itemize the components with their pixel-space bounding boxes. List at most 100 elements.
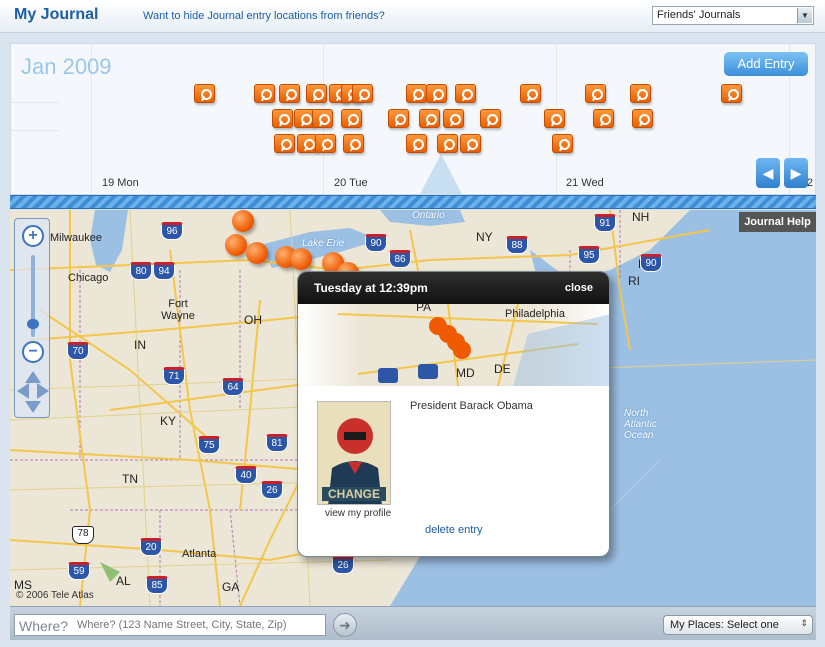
timeline-entry-pin[interactable] <box>312 109 333 128</box>
highway-shield: 85 <box>146 576 168 594</box>
popup-close-button[interactable]: close <box>565 282 593 294</box>
journal-filter-select[interactable]: Friends' Journals ▼ <box>652 6 814 25</box>
highway-shield: 20 <box>140 538 162 556</box>
timeline-prev-button[interactable]: ◀ <box>756 158 780 188</box>
top-bar: My Journal Want to hide Journal entry lo… <box>0 0 825 33</box>
panel-divider[interactable] <box>10 195 816 209</box>
timeline-entry-pin[interactable] <box>419 109 440 128</box>
map-water-label: Lake Erie <box>302 238 345 249</box>
delete-entry-link[interactable]: delete entry <box>425 524 482 536</box>
timeline-entry-pin[interactable] <box>721 84 742 103</box>
popup-title: Tuesday at 12:39pm <box>314 281 428 295</box>
hide-locations-link[interactable]: Want to hide Journal entry locations fro… <box>143 10 385 22</box>
timeline-panel: Jan 2009 Add Entry 19 Mon 20 Tue 21 Wed … <box>10 43 816 195</box>
entry-text: President Barack Obama <box>410 400 533 412</box>
where-label: Where? <box>19 618 69 634</box>
highway-shield: 96 <box>161 222 183 240</box>
map-city-label: Atlanta <box>182 548 217 560</box>
timeline-entry-pin[interactable] <box>632 109 653 128</box>
pan-right-icon[interactable] <box>37 383 49 399</box>
highway-shield: 90 <box>365 234 387 252</box>
timeline-entry-pin[interactable] <box>306 84 327 103</box>
timeline-entry-pin[interactable] <box>341 109 362 128</box>
timeline-entry-pin[interactable] <box>455 84 476 103</box>
timeline-entry-pin[interactable] <box>544 109 565 128</box>
highway-shield: 91 <box>594 214 616 232</box>
timeline-entry-pin[interactable] <box>274 134 295 153</box>
journal-filter-value: Friends' Journals <box>657 9 741 21</box>
map-copyright: © 2006 Tele Atlas <box>16 590 94 601</box>
zoom-out-button[interactable]: − <box>22 341 44 363</box>
pan-up-icon[interactable] <box>25 371 41 383</box>
map-state-label: AL <box>116 574 131 588</box>
map-entry-pin[interactable] <box>232 210 254 232</box>
timeline-month: Jan 2009 <box>21 54 112 79</box>
timeline-day-label: 20 Tue <box>334 177 368 189</box>
map-entry-pin[interactable] <box>290 248 312 270</box>
highway-shield: 40 <box>235 466 257 484</box>
map-state-label: TN <box>122 472 138 486</box>
timeline-entry-pin[interactable] <box>315 134 336 153</box>
timeline-entry-pin[interactable] <box>388 109 409 128</box>
popup-header: Tuesday at 12:39pm close <box>298 272 609 304</box>
chevron-down-icon: ▼ <box>797 8 812 23</box>
map-entry-pin[interactable] <box>225 234 247 256</box>
map-state-label: IN <box>134 338 146 352</box>
timeline-entry-pin[interactable] <box>593 109 614 128</box>
view-profile-link[interactable]: view my profile <box>325 508 391 519</box>
map-state-label: OH <box>244 313 262 327</box>
map-city-label: Fort Wayne <box>161 298 195 322</box>
map-water-label: Ontario <box>412 210 445 221</box>
timeline-entry-pin[interactable] <box>343 134 364 153</box>
map-state-label: GA <box>222 580 240 594</box>
timeline-entry-pin[interactable] <box>406 84 427 103</box>
highway-shield: 78 <box>72 526 94 544</box>
map-entry-pin[interactable] <box>246 242 268 264</box>
timeline-entry-pin[interactable] <box>352 84 373 103</box>
journal-entry-popup: Tuesday at 12:39pm close PA Philadelphia… <box>297 271 610 557</box>
timeline-entry-pin[interactable] <box>437 134 458 153</box>
arrow-right-icon: ➜ <box>339 617 351 633</box>
timeline-selection-pointer <box>419 154 463 194</box>
timeline-entry-pin[interactable] <box>630 84 651 103</box>
app-title: My Journal <box>14 6 99 23</box>
highway-shield: 26 <box>332 556 354 574</box>
location-search-input[interactable] <box>77 616 323 634</box>
zoom-slider-handle[interactable] <box>27 319 39 329</box>
journal-app: My Journal Want to hide Journal entry lo… <box>0 0 825 647</box>
highway-shield: 86 <box>389 250 411 268</box>
my-places-select[interactable]: My Places: Select one ⇕ <box>663 615 813 635</box>
timeline-entry-pin[interactable] <box>480 109 501 128</box>
search-go-button[interactable]: ➜ <box>333 613 357 637</box>
map-water-label: North Atlantic Ocean <box>624 408 657 441</box>
timeline-entry-pin[interactable] <box>552 134 573 153</box>
map-state-label: PA <box>416 304 432 314</box>
add-entry-button[interactable]: Add Entry <box>724 52 808 76</box>
timeline-entry-pin[interactable] <box>406 134 427 153</box>
highway-shield: 59 <box>68 562 90 580</box>
zoom-in-button[interactable]: + <box>22 225 44 247</box>
map-state-label: RI <box>628 274 640 288</box>
timeline-entry-pin[interactable] <box>426 84 447 103</box>
highway-shield: 88 <box>506 236 528 254</box>
timeline-entry-pin[interactable] <box>520 84 541 103</box>
timeline-entry-pin[interactable] <box>585 84 606 103</box>
chevron-left-icon: ◀ <box>762 165 774 181</box>
timeline-entry-pin[interactable] <box>194 84 215 103</box>
timeline-entry-pin[interactable] <box>272 109 293 128</box>
highway-shield: 26 <box>261 481 283 499</box>
timeline-gridline <box>11 102 59 103</box>
profile-photo[interactable]: CHANGE <box>317 401 391 505</box>
map-state-label: KY <box>160 414 177 428</box>
timeline-entry-pin[interactable] <box>443 109 464 128</box>
journal-help-button[interactable]: Journal Help <box>739 212 816 232</box>
pan-left-icon[interactable] <box>17 383 29 399</box>
timeline-entry-pin[interactable] <box>460 134 481 153</box>
timeline-next-button[interactable]: ▶ <box>784 158 808 188</box>
timeline-entry-pin[interactable] <box>279 84 300 103</box>
timeline-entry-pin[interactable] <box>254 84 275 103</box>
map-state-label: NH <box>632 210 650 224</box>
map-zoom-control: + − <box>14 218 50 418</box>
map-city-label: Philadelphia <box>505 308 565 320</box>
pan-down-icon[interactable] <box>25 401 41 413</box>
